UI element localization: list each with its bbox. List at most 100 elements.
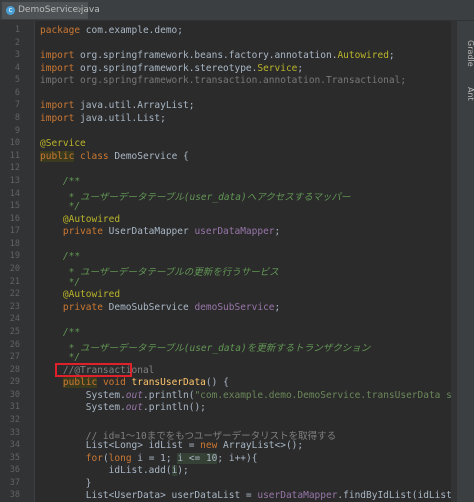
line-number: 6 xyxy=(14,87,20,98)
code-editor[interactable]: package com.example.demo; import org.spri… xyxy=(35,21,451,502)
line-number: 35 xyxy=(9,452,20,463)
line-number: 9 xyxy=(14,125,20,136)
tab-label: DemoService.java xyxy=(18,5,100,15)
code-token: List<Long> idList = xyxy=(40,440,201,452)
code-token: ; xyxy=(274,226,281,238)
code-token: out xyxy=(125,402,143,414)
java-class-icon: c xyxy=(6,6,15,15)
code-token: * ユーザーデータテーブル(user_data)へアクセスするマッパー xyxy=(40,191,351,203)
code-token: .println(); xyxy=(142,402,206,414)
line-number: 27 xyxy=(9,352,20,363)
code-token: import xyxy=(40,100,81,112)
code-token: import xyxy=(40,50,81,62)
code-line: //@Transactional xyxy=(40,364,155,376)
tab-demoservice[interactable]: c DemoService.java × xyxy=(2,2,100,19)
line-number: 15 xyxy=(9,201,20,212)
code-token: i = xyxy=(137,452,161,464)
code-token: /** xyxy=(40,251,81,263)
code-line: @Service xyxy=(40,138,86,149)
code-token: .findByIdList(idList); xyxy=(337,490,451,502)
code-line: import java.util.List; xyxy=(40,113,166,124)
code-token: userDataMapper xyxy=(257,490,338,502)
code-token: //@Transactional xyxy=(40,364,155,376)
ant-panel-tab[interactable]: Ant xyxy=(457,81,474,107)
code-token: /** xyxy=(40,326,81,338)
line-number: 24 xyxy=(9,314,20,325)
code-token: new xyxy=(200,440,224,452)
code-line: */ xyxy=(40,201,80,212)
code-token: ; i++){ xyxy=(217,452,258,464)
code-token: userDataMapper xyxy=(194,226,275,238)
code-token: () { xyxy=(205,377,229,389)
line-number: 11 xyxy=(9,150,20,161)
code-token: for xyxy=(85,452,103,464)
line-number: 34 xyxy=(9,440,20,451)
code-token: ; xyxy=(274,301,281,313)
code-token: org.springframework.stereotype. xyxy=(80,62,258,74)
code-line: for(long i = 1; i <= 10; i++){ xyxy=(40,452,258,464)
line-number: 13 xyxy=(9,175,20,186)
code-token: transUserData xyxy=(131,377,206,389)
gradle-panel-tab[interactable]: Gradle xyxy=(457,31,474,75)
code-line: @Autowired xyxy=(40,289,120,300)
line-number: 3 xyxy=(14,50,20,61)
code-line: * ユーザーデータテーブル(user_data)を更新するトランザクション xyxy=(40,340,371,354)
code-line: */ xyxy=(40,277,80,288)
close-icon[interactable]: × xyxy=(76,2,84,19)
code-token: System. xyxy=(40,402,126,414)
code-line: idList.add(i); xyxy=(40,465,189,477)
code-line: @Autowired xyxy=(40,214,120,225)
line-number: 23 xyxy=(9,301,20,312)
editor-tab-bar: c DemoService.java × xyxy=(0,0,474,21)
code-token: ArrayList<>(); xyxy=(223,440,304,452)
line-number: 26 xyxy=(9,339,20,350)
code-line: public class DemoService { xyxy=(40,150,189,162)
code-token: import xyxy=(40,113,81,125)
code-token: void xyxy=(97,377,132,389)
line-number: 20 xyxy=(9,264,20,275)
code-token: Autowired xyxy=(337,50,389,62)
code-token: .println( xyxy=(142,389,195,401)
code-line: package com.example.demo; xyxy=(40,25,183,36)
code-token: "com.example.demo.DemoService.transUserD… xyxy=(194,389,451,401)
code-line: System.out.println("com.example.demo.Dem… xyxy=(40,390,451,401)
code-token: class xyxy=(74,150,115,162)
line-number: 29 xyxy=(9,377,20,388)
code-token: ; xyxy=(297,62,304,74)
line-number: 36 xyxy=(9,465,20,476)
code-line: import org.springframework.transaction.a… xyxy=(40,75,406,86)
code-line: public void transUserData() { xyxy=(40,377,229,389)
line-number: 16 xyxy=(9,213,20,224)
code-token: * ユーザーデータテーブル(user_data)を更新するトランザクション xyxy=(40,342,371,354)
line-number: 19 xyxy=(9,251,20,262)
code-token: @Autowired xyxy=(40,289,121,301)
code-line: } xyxy=(40,477,92,489)
line-number: 28 xyxy=(9,364,20,375)
code-line: /** xyxy=(40,251,80,262)
code-token: private xyxy=(40,226,109,238)
code-token: } xyxy=(40,477,92,489)
code-token: public xyxy=(62,377,98,389)
code-token: */ xyxy=(40,201,81,213)
line-number: 37 xyxy=(9,477,20,488)
code-token: import org.springframework.transaction.a… xyxy=(40,75,407,87)
code-line: * ユーザーデータテーブル(user_data)へアクセスするマッパー xyxy=(40,189,351,203)
line-number: 33 xyxy=(9,427,20,438)
code-token: package xyxy=(40,25,86,36)
code-token: @Service xyxy=(40,138,86,150)
code-line: /** xyxy=(40,327,80,338)
line-number: 8 xyxy=(14,113,20,124)
code-token: com.example.demo; xyxy=(85,25,183,36)
line-number: 22 xyxy=(9,289,20,300)
code-token: out xyxy=(125,389,143,401)
line-number: 31 xyxy=(9,402,20,413)
line-number: 5 xyxy=(14,75,20,86)
code-token: java.util.ArrayList; xyxy=(80,100,195,112)
code-line: System.out.println(); xyxy=(40,402,206,413)
code-token: org.springframework.beans.factory.annota… xyxy=(80,50,338,62)
line-number-gutter: 1 2 3 4 5 6 7 8 9 10 11 12 13 14 15 16 17 18 19 20 21 22 23 24 2… xyxy=(0,21,35,502)
line-number: 1 xyxy=(14,25,20,35)
code-line: */ xyxy=(40,352,80,363)
line-number: 25 xyxy=(9,326,20,337)
